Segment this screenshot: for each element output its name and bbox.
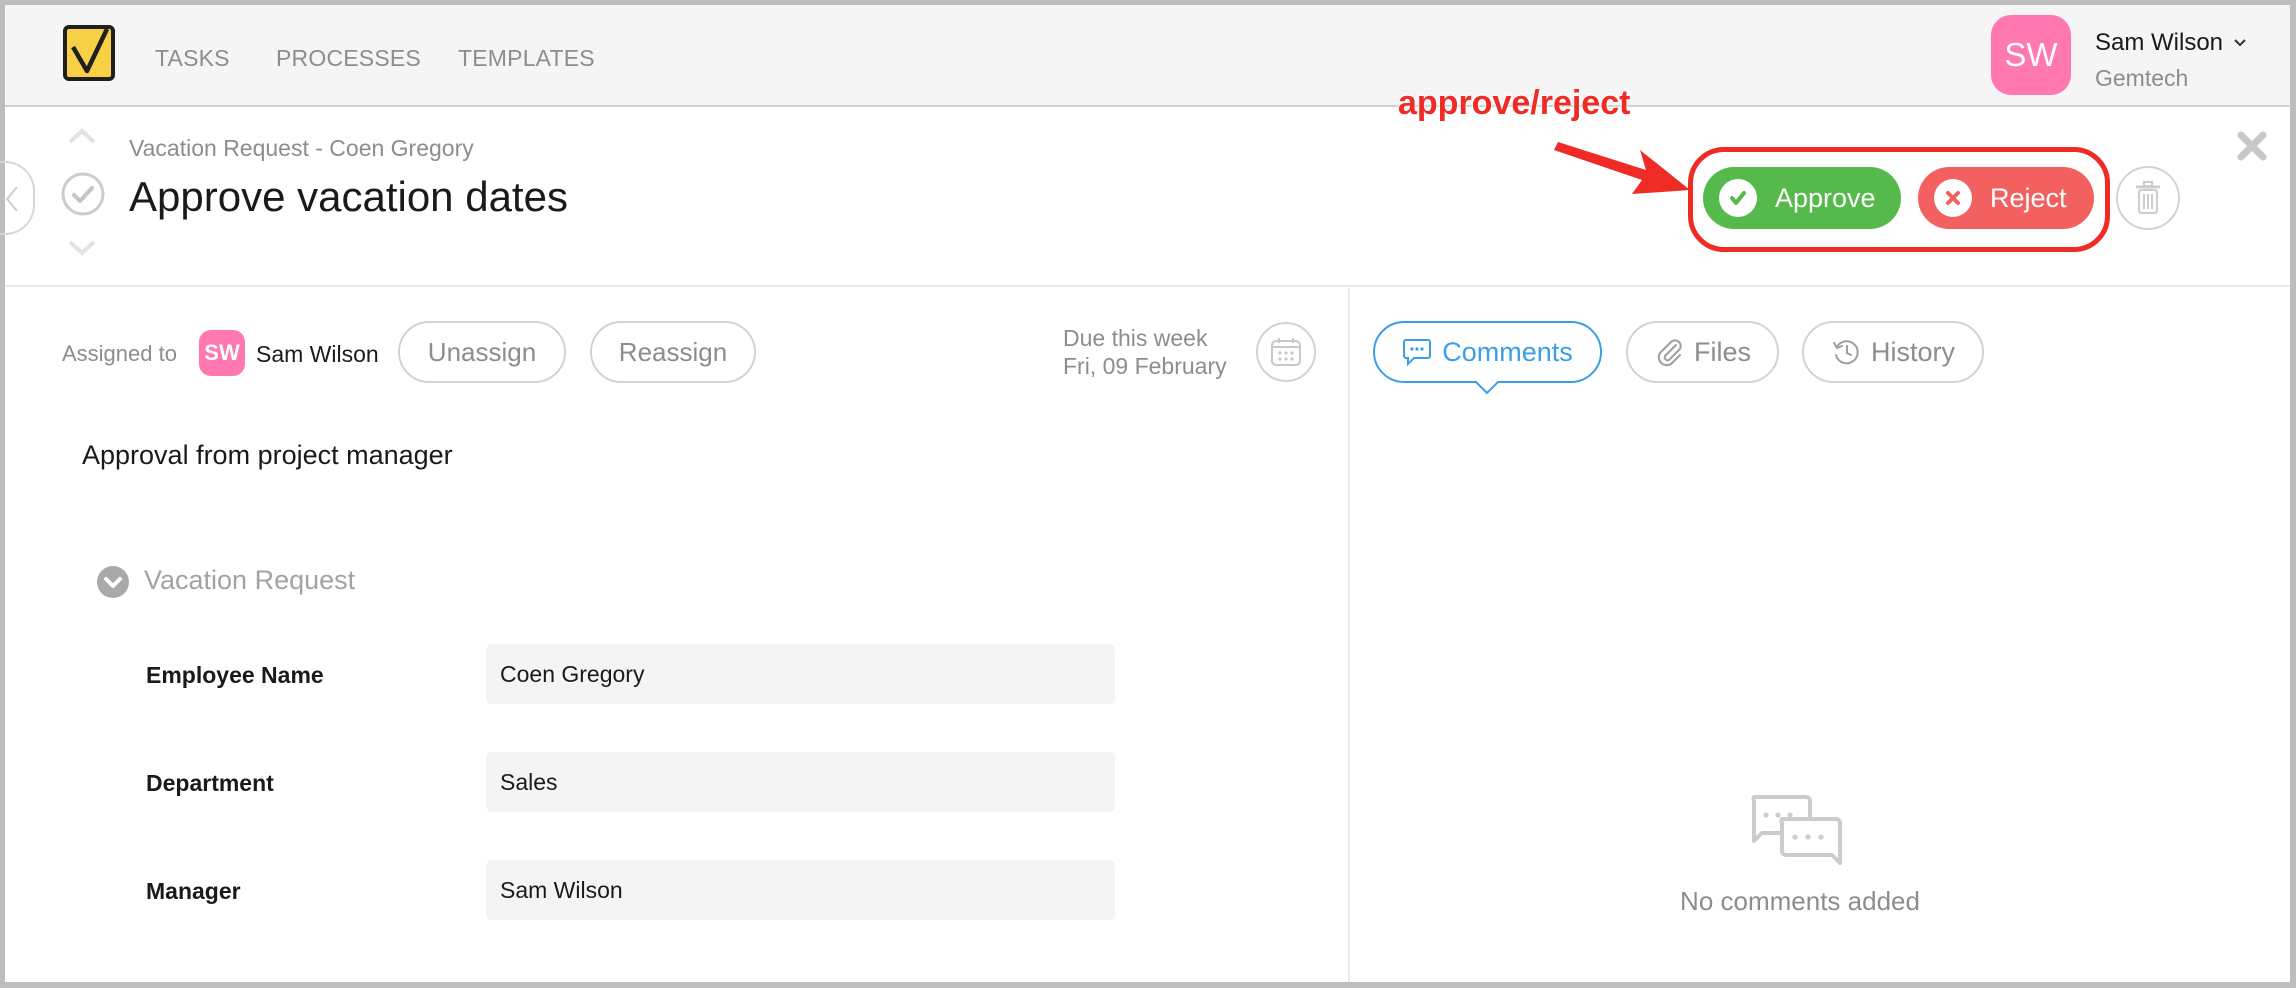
top-nav-bar: TASKS PROCESSES TEMPLATES SW Sam Wilson … <box>5 5 2290 107</box>
task-description: Approval from project manager <box>82 440 453 470</box>
active-tab-pointer <box>1475 381 1499 395</box>
complete-task-checkbox[interactable] <box>60 171 106 217</box>
employee-name-label: Employee Name <box>146 662 324 688</box>
reassign-button[interactable]: Reassign <box>590 321 756 383</box>
chevron-circle-down-icon[interactable] <box>96 565 130 599</box>
manager-label: Manager <box>146 878 241 904</box>
paperclip-icon <box>1657 339 1682 367</box>
assignee-name: Sam Wilson <box>256 341 379 367</box>
department-field[interactable] <box>486 752 1115 812</box>
form-section-title[interactable]: Vacation Request <box>144 565 355 596</box>
approve-label: Approve <box>1775 182 1876 213</box>
comment-icon <box>1403 339 1432 367</box>
app-logo-icon[interactable] <box>63 25 115 81</box>
check-icon <box>1719 179 1757 217</box>
approve-button[interactable]: Approve <box>1703 167 1901 229</box>
tab-history-label: History <box>1870 336 1955 367</box>
manager-field[interactable] <box>486 860 1115 920</box>
delete-task-button[interactable] <box>2116 166 2180 230</box>
nav-processes[interactable]: PROCESSES <box>276 45 421 72</box>
tab-comments[interactable]: Comments <box>1373 321 1602 383</box>
user-organization: Gemtech <box>2095 65 2189 91</box>
tab-files[interactable]: Files <box>1626 321 1779 383</box>
user-menu-name[interactable]: Sam Wilson <box>2095 29 2223 57</box>
annotation-arrow-icon <box>1554 142 1690 194</box>
reject-button[interactable]: Reject <box>1918 167 2094 229</box>
due-date: Fri, 09 February <box>1063 353 1227 379</box>
comments-empty-icon <box>1751 795 1842 865</box>
due-status: Due this week <box>1063 325 1208 351</box>
tab-history[interactable]: History <box>1802 321 1984 383</box>
assignee-avatar: SW <box>199 330 245 376</box>
nav-templates[interactable]: TEMPLATES <box>458 45 595 72</box>
x-icon <box>1934 179 1972 217</box>
reject-label: Reject <box>1990 182 2067 213</box>
set-due-date-button[interactable] <box>1256 322 1316 382</box>
employee-name-field[interactable] <box>486 644 1115 704</box>
panel-divider <box>1348 288 1350 982</box>
close-icon[interactable] <box>2236 130 2268 162</box>
tab-comments-label: Comments <box>1442 336 1573 367</box>
user-avatar[interactable]: SW <box>1991 15 2071 95</box>
annotation-label: approve/reject <box>1398 84 1631 122</box>
tab-files-label: Files <box>1693 336 1751 367</box>
next-task-icon[interactable] <box>67 239 97 257</box>
unassign-button[interactable]: Unassign <box>398 321 566 383</box>
chevron-left-icon <box>5 186 18 212</box>
trash-icon <box>2136 181 2160 214</box>
task-title: Approve vacation dates <box>129 173 568 220</box>
process-breadcrumb[interactable]: Vacation Request - Coen Gregory <box>129 135 474 162</box>
chevron-down-icon[interactable] <box>2232 35 2248 51</box>
nav-tasks[interactable]: TASKS <box>155 45 230 72</box>
previous-task-icon[interactable] <box>67 127 97 145</box>
department-label: Department <box>146 770 274 796</box>
assigned-to-label: Assigned to <box>62 341 177 366</box>
history-icon <box>1832 340 1859 365</box>
collapse-panel-button[interactable] <box>0 161 35 235</box>
calendar-icon <box>1271 338 1301 366</box>
empty-comments-message: No comments added <box>1680 886 1920 916</box>
